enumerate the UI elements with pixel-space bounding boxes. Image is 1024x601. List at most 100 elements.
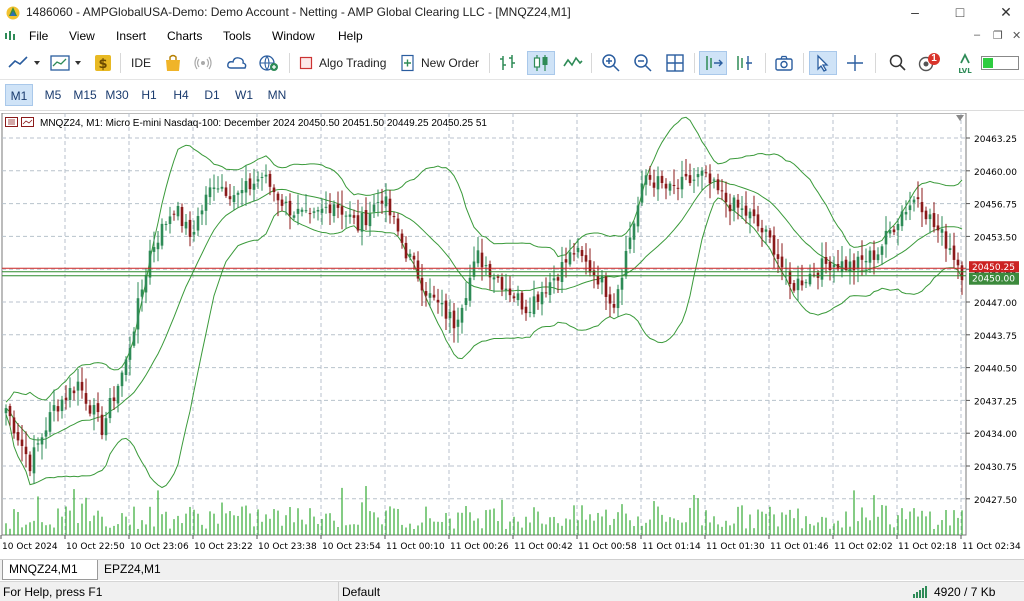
cursor-arrow-icon (817, 54, 829, 72)
menu-view[interactable]: View (69, 29, 95, 43)
candle-body (904, 211, 908, 215)
candle-body (300, 209, 304, 212)
time-axis-label: 11 Oct 01:30 (706, 542, 765, 552)
timeframe-m5[interactable]: M5 (40, 84, 66, 106)
crosshair-button[interactable] (842, 51, 868, 75)
zoom-in-button[interactable] (598, 51, 624, 75)
candle-body (292, 215, 296, 218)
title-bar: 1486060 - AMPGlobalUSA-Demo: Demo Accoun… (0, 0, 1024, 25)
candle-body (532, 296, 536, 315)
candle-body (184, 221, 188, 229)
candle-body (280, 199, 284, 206)
notifications-button[interactable]: 1 (914, 51, 942, 75)
timeframe-d1[interactable]: D1 (199, 84, 225, 106)
mdi-restore-button[interactable]: ❐ (993, 29, 1003, 42)
new-order-button[interactable]: New Order (397, 51, 483, 75)
timeframe-h4[interactable]: H4 (168, 84, 194, 106)
candle-body (760, 227, 764, 233)
shopping-bag-button[interactable] (162, 51, 184, 75)
mdi-close-button[interactable]: ✕ (1012, 29, 1021, 42)
candle-body (264, 174, 268, 177)
maximize-button[interactable]: □ (937, 0, 983, 25)
candle-body (512, 296, 516, 299)
candle-body (336, 204, 340, 208)
candle-body (564, 259, 568, 263)
price-axis-label: 20434.00 (974, 430, 1017, 440)
candle-body (64, 397, 68, 401)
tile-windows-button[interactable] (662, 51, 688, 75)
candle-body (48, 412, 52, 432)
candle-body (592, 270, 596, 276)
timeframe-mn[interactable]: MN (263, 84, 291, 106)
tab-epz24-m1[interactable]: EPZ24,M1 (98, 560, 167, 579)
candle-body (368, 213, 372, 227)
candle-body (344, 215, 348, 217)
toolbar-separator (765, 53, 766, 73)
candle-body (704, 172, 708, 174)
candle-body (848, 261, 852, 272)
price-axis-label: 20440.50 (974, 365, 1017, 375)
search-button[interactable] (885, 51, 911, 75)
price-chart-canvas[interactable]: 20463.25 20460.00 20456.75 20453.50 20450.25… (0, 113, 1024, 557)
time-axis-label: 11 Oct 00:10 (386, 542, 445, 552)
candle-body (372, 204, 376, 212)
timeframe-h1[interactable]: H1 (136, 84, 162, 106)
line-chart-button[interactable] (560, 51, 586, 75)
status-profile[interactable]: Default (342, 585, 380, 599)
chart-template-dropdown[interactable] (49, 51, 87, 75)
menu-help[interactable]: Help (338, 29, 363, 43)
candle-body (360, 212, 364, 232)
algo-trading-button[interactable]: Algo Trading (296, 51, 390, 75)
candle-body (632, 223, 636, 240)
candle-body (876, 254, 880, 261)
timeframe-m15[interactable]: M15 (70, 84, 100, 106)
bar-chart-button[interactable] (495, 51, 521, 75)
minimize-button[interactable]: – (892, 0, 938, 25)
candle-body (900, 211, 904, 227)
chart-shift-button[interactable] (731, 51, 759, 75)
candle-body (80, 381, 84, 391)
tab-mnqz24-m1[interactable]: MNQZ24,M1 (2, 560, 98, 580)
candle-body (116, 385, 120, 404)
timeframe-m1[interactable]: M1 (5, 84, 33, 106)
candle-body (824, 256, 828, 264)
candle-body (124, 359, 128, 375)
menu-tools[interactable]: Tools (223, 29, 251, 43)
candle-body (668, 183, 672, 191)
cursor-button[interactable] (809, 51, 837, 75)
vps-button[interactable] (225, 51, 249, 75)
chart-window-icon[interactable] (4, 30, 16, 42)
timeframe-m30[interactable]: M30 (102, 84, 132, 106)
market-button[interactable]: $ (92, 51, 114, 75)
candle-body (944, 231, 948, 249)
candle-body (768, 230, 772, 238)
menu-file[interactable]: File (29, 29, 48, 43)
candlestick-chart-button[interactable] (527, 51, 555, 75)
notification-count-badge: 1 (931, 53, 937, 64)
menu-charts[interactable]: Charts (167, 29, 202, 43)
connection-bars-icon[interactable] (913, 586, 929, 598)
timeframe-w1[interactable]: W1 (231, 84, 257, 106)
menu-window[interactable]: Window (272, 29, 315, 43)
auto-scroll-button[interactable] (699, 51, 727, 75)
screenshot-button[interactable] (771, 51, 797, 75)
mdi-minimize-button[interactable]: – (974, 29, 980, 41)
candle-body (252, 183, 256, 190)
candle-body (424, 291, 428, 296)
candle-body (516, 293, 520, 301)
signals-button[interactable] (192, 51, 214, 75)
candle-body (120, 372, 124, 387)
candle-body (464, 298, 468, 306)
candle-body (956, 259, 960, 266)
menu-insert[interactable]: Insert (116, 29, 146, 43)
community-button[interactable] (257, 51, 281, 75)
close-button[interactable]: ✕ (983, 0, 1024, 25)
candle-body (108, 398, 112, 419)
candle-body (420, 277, 424, 291)
ide-button[interactable]: IDE (126, 51, 156, 75)
line-chart-dropdown[interactable] (6, 51, 44, 75)
metatrader-app-icon[interactable] (5, 4, 21, 20)
signal-level-button[interactable]: LVL (953, 51, 977, 75)
price-chart[interactable]: 20463.25 20460.00 20456.75 20453.50 20450.25… (0, 113, 1024, 557)
zoom-out-button[interactable] (630, 51, 656, 75)
